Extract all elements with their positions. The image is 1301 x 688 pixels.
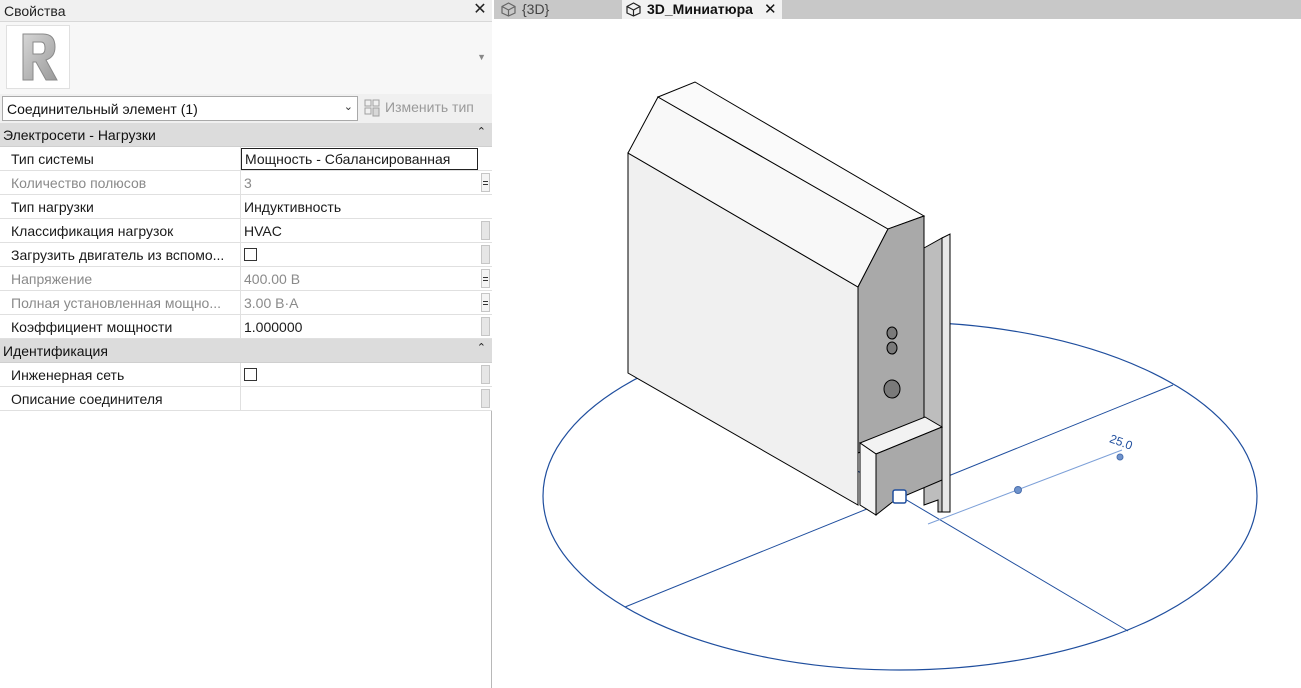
property-row-load-classification[interactable]: Классификация нагрузок HVAC: [0, 219, 492, 243]
radius-dimension-line: [927, 449, 1123, 525]
property-name: Тип нагрузки: [0, 195, 241, 219]
system-type-field[interactable]: Мощность - Сбалансированная: [241, 148, 478, 170]
properties-palette: Свойства ✕ ▼ Соединительный элемент (1) …: [0, 0, 492, 688]
property-row-motor-load[interactable]: Загрузить двигатель из вспомо...: [0, 243, 492, 267]
3d-viewport[interactable]: 25.0: [494, 19, 1301, 688]
property-name: Коэффициент мощности: [0, 315, 241, 339]
close-icon[interactable]: ✕: [472, 1, 488, 19]
group-header-electrical-loads[interactable]: Электросети - Нагрузки ⌃: [0, 123, 492, 147]
palette-title-bar: Свойства ✕: [0, 0, 492, 22]
property-name: Загрузить двигатель из вспомо...: [0, 243, 241, 267]
property-row-apparent-load: Полная установленная мощно... 3.00 В·А: [0, 291, 492, 315]
close-tab-icon[interactable]: ✕: [764, 0, 777, 18]
tab-label: 3D_Миниатюра: [647, 1, 753, 17]
collapse-icon[interactable]: ⌃: [477, 341, 486, 354]
dimension-label[interactable]: 25.0: [1108, 432, 1135, 453]
property-value: 3: [244, 175, 252, 191]
type-preview-area: ▼: [0, 22, 492, 94]
type-selector-row: Соединительный элемент (1) ⌄ Изменить ти…: [0, 94, 492, 123]
motor-load-checkbox[interactable]: [244, 248, 257, 261]
property-name: Классификация нагрузок: [0, 219, 241, 243]
property-name: Тип системы: [0, 147, 241, 171]
view-tab-bar: {3D} 3D_Миниатюра ✕: [494, 0, 1301, 19]
associate-parameter-icon[interactable]: [481, 221, 490, 240]
property-row-load-type[interactable]: Тип нагрузки Индуктивность: [0, 195, 492, 219]
revit-logo-icon: [6, 25, 70, 89]
property-row-system-type[interactable]: Тип системы Мощность - Сбалансированная: [0, 147, 492, 171]
group-header-identification[interactable]: Идентификация ⌃: [0, 339, 492, 363]
engineering-network-value: [241, 363, 478, 387]
power-factor-field[interactable]: 1.000000: [241, 315, 478, 339]
property-row-engineering-network[interactable]: Инженерная сеть: [0, 363, 492, 387]
properties-grid: Электросети - Нагрузки ⌃ Тип системы Мощ…: [0, 123, 492, 411]
property-row-voltage: Напряжение 400.00 В: [0, 267, 492, 291]
tab-3d[interactable]: {3D}: [497, 0, 617, 19]
dimension-end-grip-icon[interactable]: [1116, 453, 1124, 461]
property-row-poles: Количество полюсов 3: [0, 171, 492, 195]
associate-parameter-icon[interactable]: [481, 389, 490, 408]
connector-grip-icon[interactable]: [892, 489, 907, 504]
model-lower-block-front: [859, 442, 877, 516]
property-value: 400.00 В: [244, 271, 301, 287]
view-area: {3D} 3D_Миниатюра ✕ 25.0: [494, 0, 1301, 688]
property-value: 3.00 В·А: [244, 295, 299, 311]
model-hole: [883, 379, 901, 399]
engineering-network-checkbox[interactable]: [244, 368, 257, 381]
associate-parameter-icon[interactable]: [481, 269, 490, 288]
element-type-value: Соединительный элемент (1): [7, 101, 198, 117]
motor-load-value: [241, 243, 478, 267]
associate-parameter-icon[interactable]: [481, 173, 490, 192]
element-type-dropdown[interactable]: Соединительный элемент (1) ⌄: [2, 96, 358, 121]
group-title: Идентификация: [3, 343, 108, 359]
property-row-connector-description[interactable]: Описание соединителя: [0, 387, 492, 411]
edit-type-icon: [364, 99, 380, 117]
load-classification-field[interactable]: HVAC: [241, 219, 478, 243]
property-name: Количество полюсов: [0, 171, 241, 195]
chevron-down-icon: ⌄: [343, 101, 353, 113]
property-name: Инженерная сеть: [0, 363, 241, 387]
load-type-field[interactable]: Индуктивность: [241, 195, 478, 219]
property-name: Полная установленная мощно...: [0, 291, 241, 315]
3d-view-icon: [501, 2, 516, 17]
connector-description-field[interactable]: [241, 387, 478, 411]
dimension-grip-icon[interactable]: [1014, 486, 1022, 494]
model-hole: [886, 341, 898, 355]
property-name: Напряжение: [0, 267, 241, 291]
3d-view-icon: [626, 2, 641, 17]
group-title: Электросети - Нагрузки: [3, 127, 156, 143]
associate-parameter-icon[interactable]: [481, 293, 490, 312]
associate-parameter-icon[interactable]: [481, 245, 490, 264]
model-hole: [886, 326, 898, 340]
edit-type-button[interactable]: Изменить тип: [362, 96, 490, 121]
palette-title: Свойства: [4, 3, 66, 19]
tab-label: {3D}: [522, 1, 550, 17]
type-preview-caret-icon[interactable]: ▼: [477, 52, 486, 62]
property-row-power-factor[interactable]: Коэффициент мощности 1.000000: [0, 315, 492, 339]
associate-parameter-icon[interactable]: [481, 317, 490, 336]
collapse-icon[interactable]: ⌃: [477, 125, 486, 138]
associate-parameter-icon[interactable]: [481, 365, 490, 384]
tab-3d-miniature[interactable]: 3D_Миниатюра ✕: [622, 0, 782, 19]
property-name: Описание соединителя: [0, 387, 241, 411]
edit-type-label: Изменить тип: [385, 99, 474, 115]
